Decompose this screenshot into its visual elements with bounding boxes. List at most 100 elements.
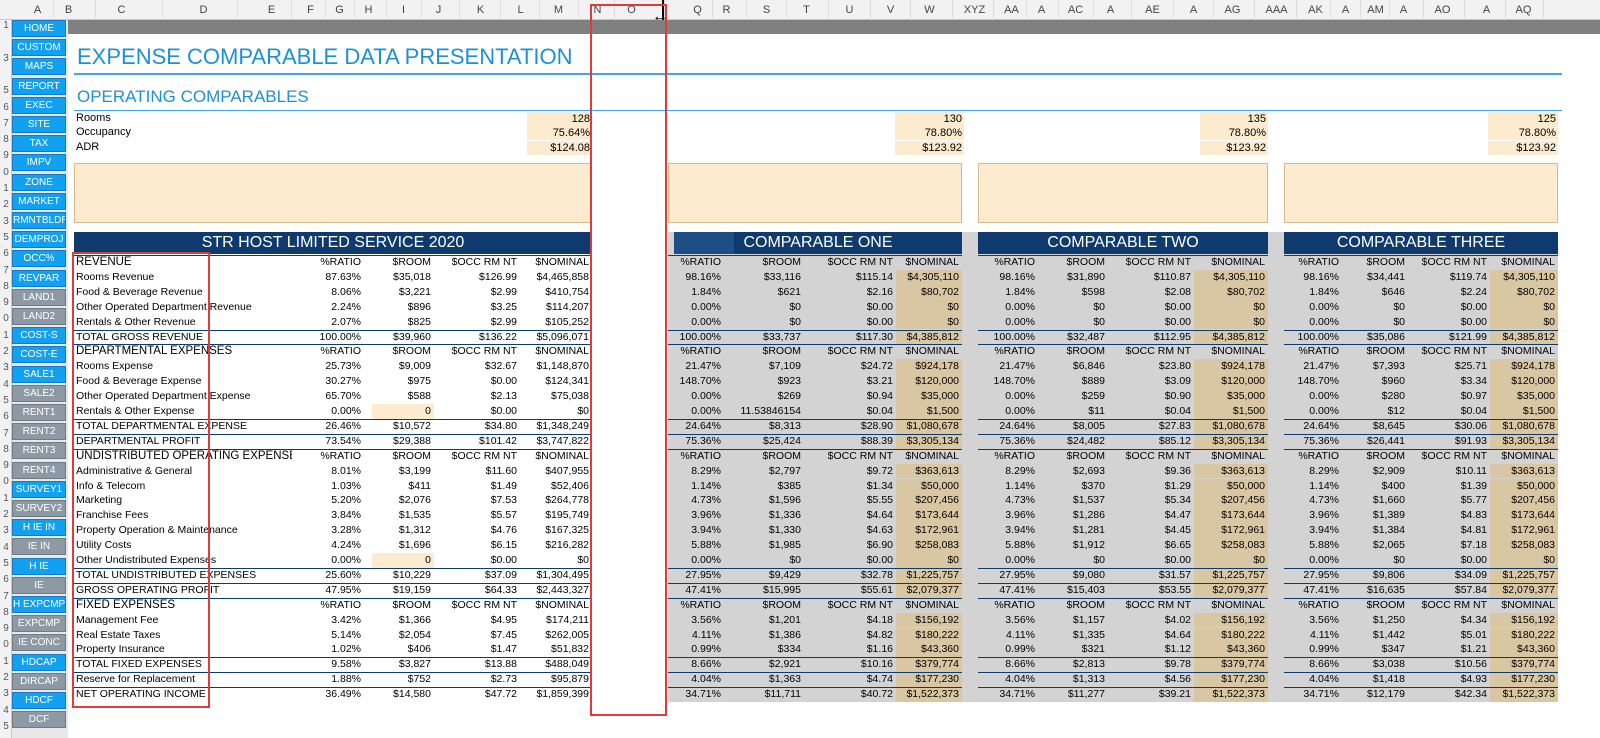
column-heading-cell[interactable]: %RATIO — [1284, 344, 1342, 359]
column-heading-cell[interactable]: $ROOM — [724, 344, 804, 359]
value-cell[interactable]: $1,522,373 — [896, 687, 962, 702]
nav-button-h-expcmp[interactable]: H EXPCMP — [12, 596, 66, 613]
value-cell[interactable]: $1,696 — [364, 538, 434, 553]
column-heading-cell[interactable]: $ROOM — [1038, 255, 1108, 270]
value-cell[interactable]: 30.27% — [292, 374, 364, 389]
row-number[interactable]: 8 — [0, 281, 11, 292]
value-cell[interactable]: 0.99% — [1284, 642, 1342, 657]
column-heading-cell[interactable]: %RATIO — [668, 598, 724, 613]
value-cell[interactable]: $24.72 — [804, 359, 896, 374]
value-cell[interactable]: $4,305,110 — [1194, 270, 1268, 285]
operating-value[interactable]: 135 — [1200, 112, 1268, 126]
column-heading-cell[interactable]: $OCC RM NT — [1108, 344, 1194, 359]
value-cell[interactable]: $35,000 — [896, 389, 962, 404]
operating-value[interactable]: 78.80% — [895, 126, 964, 140]
value-cell[interactable]: $407,955 — [520, 464, 592, 479]
value-cell[interactable]: $1,157 — [1038, 613, 1108, 628]
value-cell[interactable]: $0 — [1194, 553, 1268, 568]
value-cell[interactable]: $9,429 — [724, 568, 804, 583]
value-cell[interactable]: 3.96% — [978, 508, 1038, 523]
value-cell[interactable]: $9.36 — [1108, 464, 1194, 479]
value-cell[interactable]: 5.14% — [292, 628, 364, 643]
value-cell[interactable]: $0 — [1038, 300, 1108, 315]
value-cell[interactable]: $0.00 — [1408, 315, 1490, 330]
value-cell[interactable]: 3.94% — [1284, 523, 1342, 538]
nav-button-h-ie[interactable]: H IE — [12, 557, 66, 575]
nav-button-custom[interactable]: CUSTOM — [12, 39, 66, 57]
value-cell[interactable]: $363,613 — [1194, 464, 1268, 479]
value-cell[interactable]: $33,116 — [724, 270, 804, 285]
value-cell[interactable]: $2,797 — [724, 464, 804, 479]
value-cell[interactable]: $10.11 — [1408, 464, 1490, 479]
column-heading-cell[interactable]: $OCC RM NT — [434, 344, 520, 359]
value-cell[interactable]: $4.93 — [1408, 672, 1490, 687]
value-cell[interactable]: $7.45 — [434, 628, 520, 643]
value-cell[interactable]: $4.64 — [1108, 628, 1194, 643]
column-heading-cell[interactable]: %RATIO — [1284, 255, 1342, 270]
value-cell[interactable]: $114,207 — [520, 300, 592, 315]
comp2-notes-box[interactable] — [978, 163, 1268, 223]
value-cell[interactable]: 73.54% — [292, 434, 364, 449]
row-number[interactable]: 4 — [0, 705, 11, 716]
column-header[interactable]: J — [418, 0, 460, 20]
value-cell[interactable]: 25.60% — [292, 568, 364, 583]
row-number[interactable]: 1 — [0, 330, 11, 341]
value-cell[interactable]: 11.53846154 — [724, 404, 804, 419]
value-cell[interactable]: 3.56% — [668, 613, 724, 628]
value-cell[interactable]: $262,005 — [520, 628, 592, 643]
column-heading-cell[interactable]: $ROOM — [1038, 344, 1108, 359]
value-cell[interactable]: $896 — [364, 300, 434, 315]
value-cell[interactable]: $5.57 — [434, 508, 520, 523]
value-cell[interactable]: $80,702 — [1490, 285, 1558, 300]
column-heading-cell[interactable]: $NOMINAL — [520, 255, 592, 270]
column-heading-cell[interactable]: %RATIO — [292, 449, 364, 464]
column-header[interactable]: W — [908, 0, 953, 20]
row-number[interactable]: 6 — [0, 574, 11, 585]
value-cell[interactable]: $1.39 — [1408, 479, 1490, 494]
value-cell[interactable]: $889 — [1038, 374, 1108, 389]
value-cell[interactable]: $0 — [1194, 315, 1268, 330]
value-cell[interactable]: 4.04% — [978, 672, 1038, 687]
column-header[interactable]: A — [1331, 0, 1361, 20]
column-heading-cell[interactable]: %RATIO — [668, 255, 724, 270]
value-cell[interactable]: $2.16 — [804, 285, 896, 300]
nav-button-hdcf[interactable]: HDCF — [12, 692, 66, 709]
value-cell[interactable]: 98.16% — [978, 270, 1038, 285]
value-cell[interactable]: $4,385,812 — [1490, 330, 1558, 345]
value-cell[interactable]: $3,199 — [364, 464, 434, 479]
row-number[interactable]: 5 — [0, 558, 11, 569]
value-cell[interactable]: $411 — [364, 479, 434, 494]
column-heading-cell[interactable]: %RATIO — [292, 344, 364, 359]
value-cell[interactable]: 0.00% — [292, 404, 364, 419]
value-cell[interactable]: $2,921 — [724, 657, 804, 672]
value-cell[interactable]: $156,192 — [896, 613, 962, 628]
column-heading-cell[interactable]: %RATIO — [978, 344, 1038, 359]
value-cell[interactable]: $0.94 — [804, 389, 896, 404]
nav-button-land1[interactable]: LAND1 — [12, 288, 66, 306]
value-cell[interactable]: $1,313 — [1038, 672, 1108, 687]
column-heading-cell[interactable]: $ROOM — [364, 344, 434, 359]
column-heading-cell[interactable]: $NOMINAL — [1194, 255, 1268, 270]
value-cell[interactable]: $25.71 — [1408, 359, 1490, 374]
value-cell[interactable]: $115.14 — [804, 270, 896, 285]
nav-button-site[interactable]: SITE — [12, 116, 66, 133]
value-cell[interactable]: $216,282 — [520, 538, 592, 553]
value-cell[interactable]: $10,572 — [364, 419, 434, 434]
value-cell[interactable]: $1,389 — [1342, 508, 1408, 523]
value-cell[interactable]: $4,305,110 — [896, 270, 962, 285]
column-heading-cell[interactable]: %RATIO — [292, 255, 364, 270]
value-cell[interactable]: $0 — [896, 300, 962, 315]
value-cell[interactable]: 3.96% — [1284, 508, 1342, 523]
nav-button-tax[interactable]: TAX — [12, 135, 66, 153]
value-cell[interactable]: $8,005 — [1038, 419, 1108, 434]
value-cell[interactable]: $9,009 — [364, 359, 434, 374]
value-cell[interactable]: $2,054 — [364, 628, 434, 643]
value-cell[interactable]: 1.88% — [292, 672, 364, 687]
value-cell[interactable]: $2,079,377 — [896, 583, 962, 598]
column-heading-cell[interactable]: $NOMINAL — [896, 344, 962, 359]
value-cell[interactable]: 24.64% — [1284, 419, 1342, 434]
column-heading-cell[interactable]: $ROOM — [1342, 449, 1408, 464]
column-heading-cell[interactable]: $NOMINAL — [1490, 598, 1558, 613]
column-heading-cell[interactable]: $NOMINAL — [896, 255, 962, 270]
operating-value[interactable]: 130 — [895, 112, 964, 126]
